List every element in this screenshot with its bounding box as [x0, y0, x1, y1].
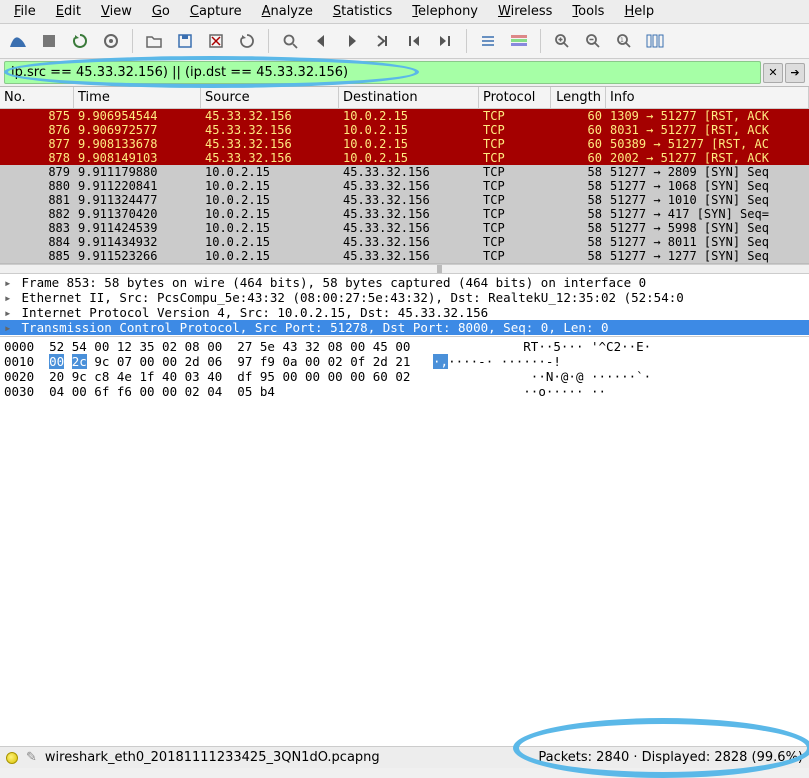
- go-first-button[interactable]: [400, 27, 428, 55]
- column-time[interactable]: Time: [74, 87, 201, 108]
- reload-file-button[interactable]: [233, 27, 261, 55]
- packet-row[interactable]: 8859.91152326610.0.2.1545.33.32.156TCP58…: [0, 249, 809, 263]
- packet-row[interactable]: 8819.91132447710.0.2.1545.33.32.156TCP58…: [0, 193, 809, 207]
- packet-row[interactable]: 8849.91143493210.0.2.1545.33.32.156TCP58…: [0, 235, 809, 249]
- shark-fin-icon[interactable]: [4, 27, 32, 55]
- hex-line[interactable]: 0030 04 00 6f f6 00 00 02 04 05 b4 ··o··…: [4, 384, 805, 399]
- hex-line[interactable]: 0000 52 54 00 12 35 02 08 00 27 5e 43 32…: [4, 339, 805, 354]
- packet-row[interactable]: 8779.90813367845.33.32.15610.0.2.15TCP60…: [0, 137, 809, 151]
- menu-ireless[interactable]: Wireless: [488, 2, 562, 21]
- stop-capture-button[interactable]: [35, 27, 63, 55]
- menu-apture[interactable]: Capture: [180, 2, 252, 21]
- packet-row[interactable]: 8799.91117988010.0.2.1545.33.32.156TCP58…: [0, 165, 809, 179]
- zoom-in-button[interactable]: [548, 27, 576, 55]
- hex-line[interactable]: 0010 00 2c 9c 07 00 00 2d 06 97 f9 0a 00…: [4, 354, 805, 369]
- packet-row[interactable]: 8809.91122084110.0.2.1545.33.32.156TCP58…: [0, 179, 809, 193]
- menu-ools[interactable]: Tools: [562, 2, 614, 21]
- detail-tree-item[interactable]: ▸ Frame 853: 58 bytes on wire (464 bits)…: [0, 275, 809, 290]
- menubar: FileEditViewGoCaptureAnalyzeStatisticsTe…: [0, 0, 809, 24]
- packet-row[interactable]: 8759.90695454445.33.32.15610.0.2.15TCP60…: [0, 109, 809, 123]
- display-filter-bar: ✕ ➔: [0, 59, 809, 86]
- expert-info-icon[interactable]: [6, 752, 18, 764]
- menu-tatistics[interactable]: Statistics: [323, 2, 402, 21]
- column-protocol[interactable]: Protocol: [479, 87, 551, 108]
- pane-splitter[interactable]: [0, 264, 809, 274]
- packet-bytes-pane[interactable]: 0000 52 54 00 12 35 02 08 00 27 5e 43 32…: [0, 337, 809, 746]
- detail-tree-item[interactable]: ▸ Transmission Control Protocol, Src Por…: [0, 320, 809, 335]
- find-packet-button[interactable]: [276, 27, 304, 55]
- save-file-button[interactable]: [171, 27, 199, 55]
- hex-line[interactable]: 0020 20 9c c8 4e 1f 40 03 40 df 95 00 00…: [4, 369, 805, 384]
- colorize-button[interactable]: [505, 27, 533, 55]
- packet-row[interactable]: 8789.90814910345.33.32.15610.0.2.15TCP60…: [0, 151, 809, 165]
- capture-options-button[interactable]: [97, 27, 125, 55]
- go-last-button[interactable]: [431, 27, 459, 55]
- menu-o[interactable]: Go: [142, 2, 180, 21]
- menu-dit[interactable]: Edit: [46, 2, 91, 21]
- detail-tree-item[interactable]: ▸ Internet Protocol Version 4, Src: 10.0…: [0, 305, 809, 320]
- apply-filter-button[interactable]: ➔: [785, 63, 805, 83]
- packet-stats: Packets: 2840 · Displayed: 2828 (99.6%): [538, 750, 803, 765]
- svg-text:1: 1: [620, 37, 624, 44]
- column-info[interactable]: Info: [606, 87, 809, 108]
- resize-columns-button[interactable]: [641, 27, 669, 55]
- menu-iew[interactable]: View: [91, 2, 142, 21]
- main-toolbar: 1: [0, 24, 809, 59]
- close-file-button[interactable]: [202, 27, 230, 55]
- detail-tree-item[interactable]: ▸ Ethernet II, Src: PcsCompu_5e:43:32 (0…: [0, 290, 809, 305]
- packet-list-header[interactable]: No. Time Source Destination Protocol Len…: [0, 87, 809, 109]
- column-no[interactable]: No.: [0, 87, 74, 108]
- menu-elp[interactable]: Help: [614, 2, 664, 21]
- packet-list-pane[interactable]: No. Time Source Destination Protocol Len…: [0, 86, 809, 264]
- menu-nalyze[interactable]: Analyze: [252, 2, 323, 21]
- capture-filename: wireshark_eth0_20181111233425_3QN1dO.pca…: [45, 750, 380, 765]
- display-filter-input[interactable]: [4, 61, 761, 84]
- column-destination[interactable]: Destination: [339, 87, 479, 108]
- go-back-button[interactable]: [307, 27, 335, 55]
- status-bar: ✎ wireshark_eth0_20181111233425_3QN1dO.p…: [0, 746, 809, 768]
- column-length[interactable]: Length: [551, 87, 606, 108]
- packet-details-pane[interactable]: ▸ Frame 853: 58 bytes on wire (464 bits)…: [0, 274, 809, 337]
- menu-elephony[interactable]: Telephony: [402, 2, 488, 21]
- zoom-reset-button[interactable]: 1: [610, 27, 638, 55]
- go-forward-button[interactable]: [338, 27, 366, 55]
- zoom-out-button[interactable]: [579, 27, 607, 55]
- menu-ile[interactable]: File: [4, 2, 46, 21]
- clear-filter-button[interactable]: ✕: [763, 63, 783, 83]
- jump-to-packet-button[interactable]: [369, 27, 397, 55]
- packet-row[interactable]: 8769.90697257745.33.32.15610.0.2.15TCP60…: [0, 123, 809, 137]
- open-file-button[interactable]: [140, 27, 168, 55]
- packet-row[interactable]: 8839.91142453910.0.2.1545.33.32.156TCP58…: [0, 221, 809, 235]
- column-source[interactable]: Source: [201, 87, 339, 108]
- restart-capture-button[interactable]: [66, 27, 94, 55]
- packet-row[interactable]: 8829.91137042010.0.2.1545.33.32.156TCP58…: [0, 207, 809, 221]
- auto-scroll-button[interactable]: [474, 27, 502, 55]
- capture-comment-icon[interactable]: ✎: [26, 750, 37, 765]
